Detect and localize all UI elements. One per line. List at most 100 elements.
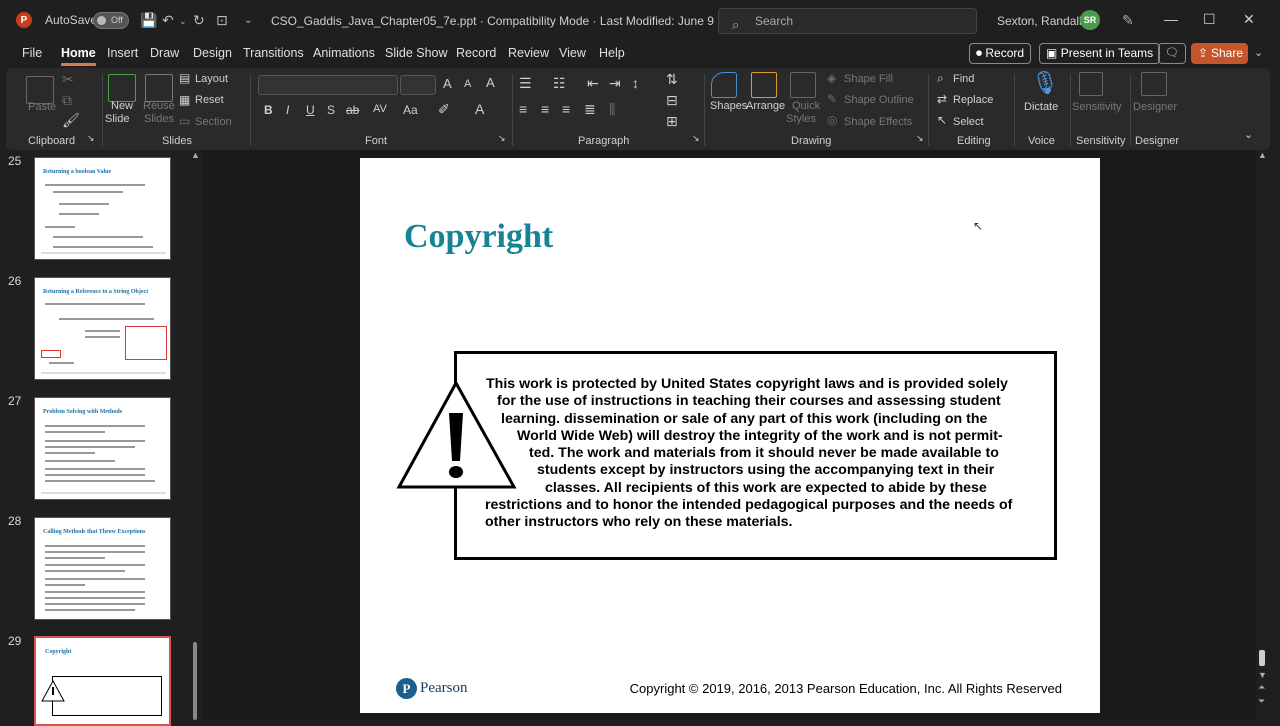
change-case-icon[interactable]: Aa (403, 103, 418, 117)
find-button[interactable]: Find (953, 73, 974, 85)
tab-design[interactable]: Design (193, 46, 232, 60)
italic-icon[interactable]: I (286, 103, 289, 117)
strikethrough-icon[interactable]: ab (346, 103, 359, 117)
quick-styles-button[interactable]: Quick (792, 100, 820, 112)
record-button[interactable]: ⏺ Record (969, 43, 1032, 64)
layout-button[interactable]: Layout (195, 73, 228, 85)
collapse-ribbon-icon[interactable]: ⌄ (1244, 128, 1253, 141)
tab-draw[interactable]: Draw (150, 46, 179, 60)
scroll-up-icon[interactable]: ▲ (191, 150, 200, 160)
slide-title[interactable]: Copyright (404, 218, 553, 256)
sensitivity-button[interactable]: Sensitivity (1072, 101, 1122, 113)
sensitivity-icon[interactable] (1079, 72, 1103, 96)
shape-effects-button[interactable]: Shape Effects (844, 116, 912, 128)
copyright-warning-box[interactable]: This work is protected by United States … (454, 351, 1057, 560)
redo-icon[interactable]: ↻ (193, 12, 205, 29)
arrange-icon[interactable] (751, 72, 777, 98)
highlight-icon[interactable]: ✐ (438, 101, 450, 118)
tab-home[interactable]: Home (61, 46, 96, 66)
slide[interactable]: Copyright This work is protected by Unit… (360, 158, 1100, 713)
tab-slide-show[interactable]: Slide Show (385, 46, 448, 60)
increase-indent-icon[interactable]: ⇥ (609, 75, 621, 92)
tab-file[interactable]: File (22, 46, 42, 60)
previous-slide-icon[interactable]: ⏶ (1258, 682, 1265, 693)
replace-button[interactable]: Replace (953, 94, 993, 106)
pen-icon[interactable]: ✎ (1122, 12, 1134, 29)
thumbnail-slide-28[interactable]: Calling Methods that Throw Exceptions (34, 517, 171, 620)
search-box[interactable]: ⌕ Search (718, 8, 977, 34)
scroll-down-icon[interactable]: ▼ (1258, 670, 1267, 680)
thumbnail-slide-29[interactable]: Copyright (34, 636, 171, 726)
dictate-button[interactable]: Dictate (1024, 101, 1058, 113)
new-slide-icon[interactable] (108, 74, 136, 102)
align-right-icon[interactable]: ≡ (562, 101, 570, 117)
scrollbar-thumb[interactable] (1259, 650, 1265, 666)
user-name[interactable]: Sexton, Randall S (997, 14, 1093, 28)
thumbnail-scrollbar[interactable]: ▲ (190, 150, 200, 720)
text-direction-icon[interactable]: ⇅ (666, 71, 678, 88)
align-text-icon[interactable]: ⊟ (666, 92, 678, 109)
tab-help[interactable]: Help (599, 46, 625, 60)
tab-insert[interactable]: Insert (107, 46, 138, 60)
character-spacing-icon[interactable]: AV (373, 103, 387, 115)
font-launcher-icon[interactable]: ↘ (498, 133, 506, 144)
avatar[interactable]: SR (1080, 10, 1100, 30)
select-button[interactable]: Select (953, 116, 984, 128)
bullets-icon[interactable]: ☰ (519, 75, 532, 92)
text-shadow-icon[interactable]: S (327, 103, 335, 117)
drawing-launcher-icon[interactable]: ↘ (916, 133, 924, 144)
maximize-icon[interactable]: ☐ (1203, 11, 1216, 28)
decrease-indent-icon[interactable]: ⇤ (587, 75, 599, 92)
save-icon[interactable]: 💾 (140, 12, 157, 29)
paste-button[interactable]: Paste (28, 101, 56, 113)
reset-button[interactable]: Reset (195, 94, 224, 106)
start-slideshow-icon[interactable]: ⊡ (216, 12, 228, 29)
slide-scrollbar[interactable]: ▲ ▼ ⏶ ⏷ (1256, 150, 1268, 720)
tab-record[interactable]: Record (456, 46, 496, 60)
quick-styles-icon[interactable] (790, 72, 816, 98)
share-button[interactable]: ⇪ Share (1191, 43, 1248, 64)
next-slide-icon[interactable]: ⏷ (1258, 696, 1265, 707)
reuse-slides-button[interactable]: Reuse (143, 100, 175, 112)
increase-font-icon[interactable]: A (443, 76, 452, 91)
designer-button[interactable]: Designer (1133, 101, 1177, 113)
align-center-icon[interactable]: ≡ (541, 101, 549, 117)
designer-icon[interactable] (1141, 72, 1167, 96)
shape-fill-button[interactable]: Shape Fill (844, 73, 893, 85)
smartart-icon[interactable]: ⊞ (666, 113, 678, 130)
justify-icon[interactable]: ≣ (584, 101, 596, 118)
autosave-toggle[interactable]: Off (93, 12, 129, 29)
paste-icon[interactable] (26, 76, 54, 104)
shape-outline-button[interactable]: Shape Outline (844, 94, 914, 106)
copy-icon[interactable]: ⧉ (62, 92, 72, 109)
document-title[interactable]: CSO_Gaddis_Java_Chapter05_7e.ppt · Compa… (271, 14, 714, 28)
tab-animations[interactable]: Animations (313, 46, 375, 60)
columns-icon[interactable]: ⫼ (609, 101, 615, 118)
microphone-icon[interactable]: 🎙 (1031, 70, 1059, 96)
line-spacing-icon[interactable]: ↕ (632, 75, 639, 91)
align-left-icon[interactable]: ≡ (519, 101, 527, 117)
arrange-button[interactable]: Arrange (746, 100, 785, 112)
font-name-combobox[interactable] (258, 75, 398, 95)
section-button[interactable]: Section (195, 116, 232, 128)
bold-icon[interactable]: B (264, 103, 273, 117)
decrease-font-icon[interactable]: A (464, 78, 471, 90)
tab-review[interactable]: Review (508, 46, 549, 60)
tab-transitions[interactable]: Transitions (243, 46, 304, 60)
numbering-icon[interactable]: ☷ (553, 75, 566, 92)
thumbnail-slide-25[interactable]: Returning a boolean Value (34, 157, 171, 260)
shapes-icon[interactable] (711, 72, 737, 98)
new-slide-button[interactable]: New (111, 100, 133, 112)
font-size-combobox[interactable] (400, 75, 436, 95)
scrollbar-thumb[interactable] (193, 642, 197, 720)
minimize-icon[interactable]: — (1164, 11, 1178, 27)
reuse-slides-icon[interactable] (145, 74, 173, 102)
paragraph-launcher-icon[interactable]: ↘ (692, 133, 700, 144)
share-dropdown-icon[interactable]: ⌄ (1254, 46, 1263, 59)
scroll-up-icon[interactable]: ▲ (1258, 150, 1267, 160)
thumbnail-slide-26[interactable]: Returning a Reference to a String Object (34, 277, 171, 380)
thumbnail-slide-27[interactable]: Problem Solving with Methods (34, 397, 171, 500)
slide-footer[interactable]: Copyright © 2019, 2016, 2013 Pearson Edu… (630, 681, 1062, 696)
tab-view[interactable]: View (559, 46, 586, 60)
undo-icon[interactable]: ↶ (162, 12, 174, 29)
